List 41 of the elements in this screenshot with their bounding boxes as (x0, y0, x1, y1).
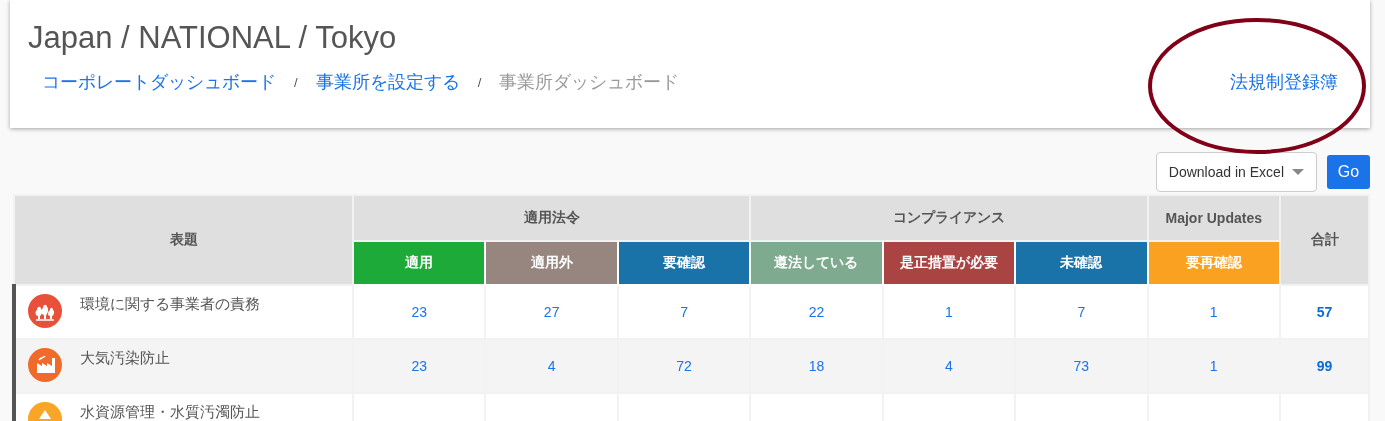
breadcrumb-separator: / (477, 74, 482, 90)
breadcrumb-separator: / (294, 74, 298, 90)
count-link[interactable]: 27 (543, 304, 560, 320)
column-header: 適用 (353, 241, 486, 285)
row-title: 大気汚染防止 (80, 349, 170, 368)
column-group-header: Major Updates (1147, 195, 1280, 241)
export-dropdown[interactable]: Download in Excel (1155, 152, 1317, 192)
register-link[interactable]: 法規制登録簿 (1230, 70, 1338, 94)
breadcrumb-link[interactable]: 事業所を設定する (315, 70, 460, 94)
column-header: 要確認 (617, 241, 751, 285)
total-link[interactable]: 57 (1316, 304, 1333, 320)
count-link[interactable]: 73 (1073, 358, 1090, 374)
count-link[interactable]: 22 (808, 304, 825, 320)
count-link[interactable]: 4 (945, 358, 953, 374)
count-link[interactable]: 7 (1077, 304, 1086, 320)
caret-icon (1292, 169, 1304, 175)
breadcrumb-current: 事業所ダッシュボード (499, 71, 680, 94)
breadcrumb-link[interactable]: コーポレートダッシュボード (42, 70, 276, 94)
count-link[interactable]: 7 (680, 304, 688, 320)
count-link[interactable]: 72 (676, 358, 692, 374)
count-link[interactable]: 1 (945, 304, 953, 320)
column-header: 是正措置が必要 (882, 241, 1016, 285)
row-title: 環境に関する事業者の責務 (80, 295, 260, 314)
column-header: 表題 (14, 195, 353, 285)
count-link[interactable]: 1 (1209, 304, 1218, 320)
count-link[interactable]: 1 (1209, 358, 1218, 374)
column-header: 合計 (1280, 195, 1369, 285)
column-group-header: コンプライアンス (750, 195, 1148, 241)
count-link[interactable]: 23 (411, 304, 427, 320)
column-header: 要再確認 (1147, 241, 1280, 285)
go-button[interactable]: Go (1327, 155, 1370, 189)
column-header: 未確認 (1015, 241, 1148, 285)
page-title: Japan / NATIONAL / Tokyo (28, 19, 398, 57)
column-header: 適用外 (485, 241, 618, 285)
count-link[interactable]: 23 (411, 358, 427, 374)
column-header: 遵法している (750, 241, 883, 285)
row-title: 水資源管理・水質汚濁防止 (80, 403, 260, 421)
column-group-header: 適用法令 (353, 195, 751, 241)
count-link[interactable]: 4 (547, 358, 556, 374)
count-link[interactable]: 18 (808, 358, 825, 374)
total-link[interactable]: 99 (1316, 358, 1333, 374)
